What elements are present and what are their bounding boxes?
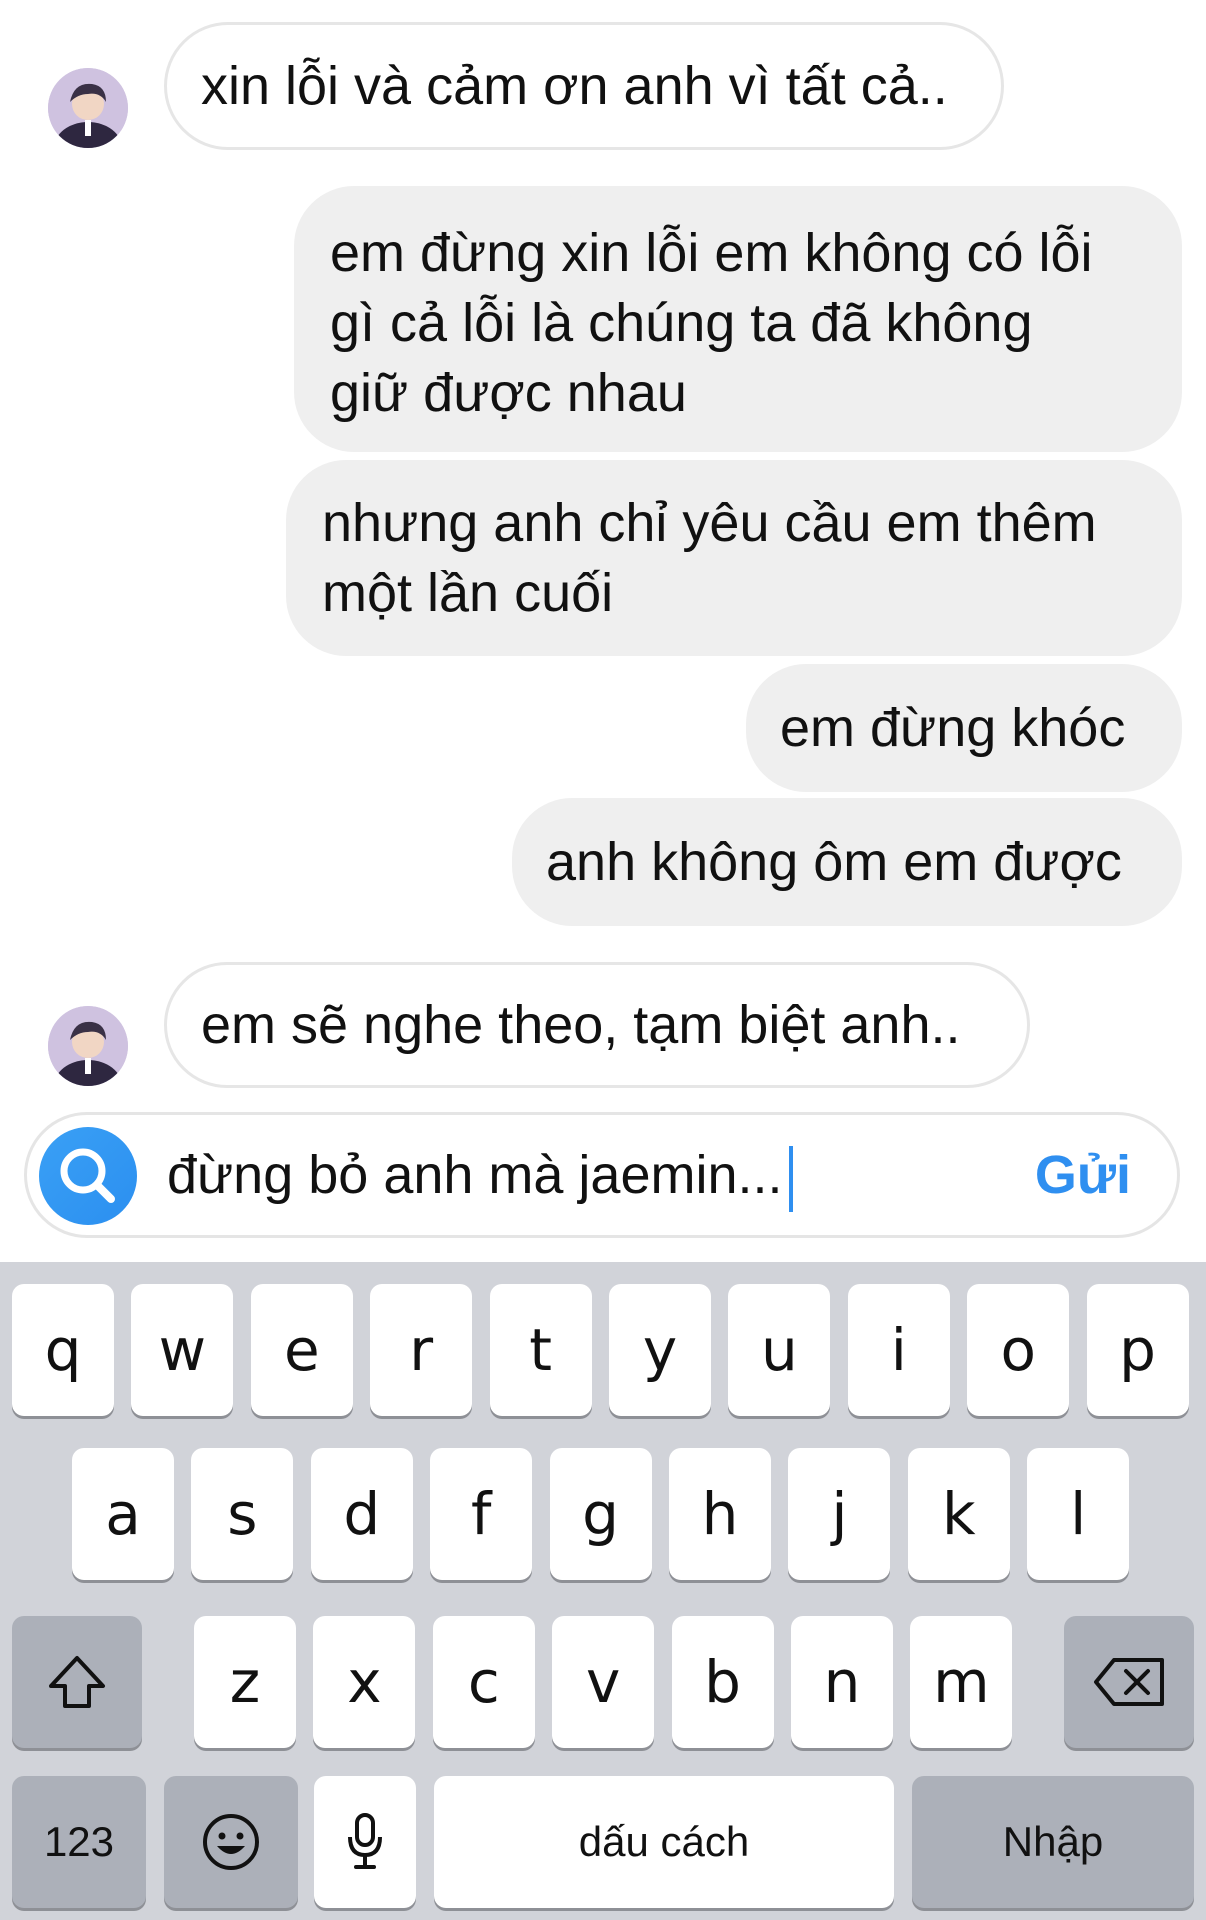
key-l[interactable]: l [1027, 1448, 1130, 1580]
text-caret [788, 1145, 793, 1212]
space-key[interactable]: dấu cách [434, 1776, 894, 1908]
backspace-key[interactable] [1064, 1616, 1194, 1748]
microphone-key[interactable] [314, 1776, 416, 1908]
key-i[interactable]: i [847, 1284, 950, 1416]
key-e[interactable]: e [250, 1284, 353, 1416]
key-x[interactable]: x [313, 1616, 416, 1748]
backspace-icon [1094, 1658, 1164, 1706]
message-composer[interactable]: đừng bỏ anh mà jaemin... Gửi [24, 1112, 1180, 1238]
emoji-key[interactable] [164, 1776, 298, 1908]
message-line: gì cả lỗi là chúng ta đã không [330, 293, 1033, 353]
key-p[interactable]: p [1086, 1284, 1189, 1416]
avatar-image [48, 68, 128, 148]
key-n[interactable]: n [791, 1616, 893, 1748]
key-a[interactable]: a [72, 1448, 174, 1580]
message-line: một lần cuối [322, 563, 614, 623]
search-button[interactable] [39, 1127, 137, 1225]
key-c[interactable]: c [432, 1616, 535, 1748]
send-button[interactable]: Gửi [1035, 1137, 1131, 1213]
message-line: em đừng xin lỗi em không có lỗi [330, 223, 1093, 283]
key-t[interactable]: t [489, 1284, 592, 1416]
key-h[interactable]: h [669, 1448, 771, 1580]
key-d[interactable]: d [310, 1448, 413, 1580]
key-g[interactable]: g [549, 1448, 652, 1580]
message-input-text: đừng bỏ anh mà jaemin... [167, 1145, 783, 1205]
key-m[interactable]: m [910, 1616, 1013, 1748]
key-w[interactable]: w [131, 1284, 234, 1416]
key-j[interactable]: j [788, 1448, 891, 1580]
message-bubble-incoming[interactable]: em sẽ nghe theo, tạm biệt anh.. [164, 962, 1030, 1088]
message-bubble-outgoing[interactable]: em đừng khóc [746, 664, 1182, 792]
chat-area: xin lỗi và cảm ơn anh vì tất cả.. em đừn… [0, 0, 1206, 1262]
key-z[interactable]: z [194, 1616, 296, 1748]
message-bubble-outgoing[interactable]: em đừng xin lỗi em không có lỗi gì cả lỗ… [294, 186, 1182, 452]
avatar[interactable] [48, 1006, 128, 1086]
key-q[interactable]: q [12, 1284, 114, 1416]
message-bubble-outgoing[interactable]: anh không ôm em được [512, 798, 1182, 926]
message-text: em đừng khóc [780, 698, 1126, 758]
shift-arrow-icon [49, 1656, 105, 1708]
message-input[interactable]: đừng bỏ anh mà jaemin... [167, 1137, 793, 1213]
avatar-image [48, 1006, 128, 1086]
key-s[interactable]: s [191, 1448, 294, 1580]
message-text: em sẽ nghe theo, tạm biệt anh.. [201, 995, 961, 1055]
key-y[interactable]: y [609, 1284, 711, 1416]
microphone-icon [348, 1813, 382, 1869]
search-icon [60, 1148, 115, 1203]
numbers-key[interactable]: 123 [12, 1776, 146, 1908]
message-bubble-incoming[interactable]: xin lỗi và cảm ơn anh vì tất cả.. [164, 22, 1004, 150]
keyboard: qwertyuiop asdfghjkl zxcvbnm 123 dấu các… [0, 1262, 1206, 1920]
key-u[interactable]: u [728, 1284, 831, 1416]
message-text: xin lỗi và cảm ơn anh vì tất cả.. [201, 56, 948, 116]
return-key[interactable]: Nhập [912, 1776, 1194, 1908]
shift-key[interactable] [12, 1616, 142, 1748]
avatar[interactable] [48, 68, 128, 148]
message-bubble-outgoing[interactable]: nhưng anh chỉ yêu cầu em thêm một lần cu… [286, 460, 1182, 656]
message-line: giữ được nhau [330, 363, 687, 423]
message-text: anh không ôm em được [546, 832, 1122, 892]
key-o[interactable]: o [967, 1284, 1070, 1416]
key-b[interactable]: b [671, 1616, 774, 1748]
key-v[interactable]: v [552, 1616, 655, 1748]
key-f[interactable]: f [430, 1448, 533, 1580]
key-k[interactable]: k [907, 1448, 1010, 1580]
message-line: nhưng anh chỉ yêu cầu em thêm [322, 493, 1097, 553]
emoji-icon [203, 1814, 259, 1870]
key-r[interactable]: r [370, 1284, 473, 1416]
